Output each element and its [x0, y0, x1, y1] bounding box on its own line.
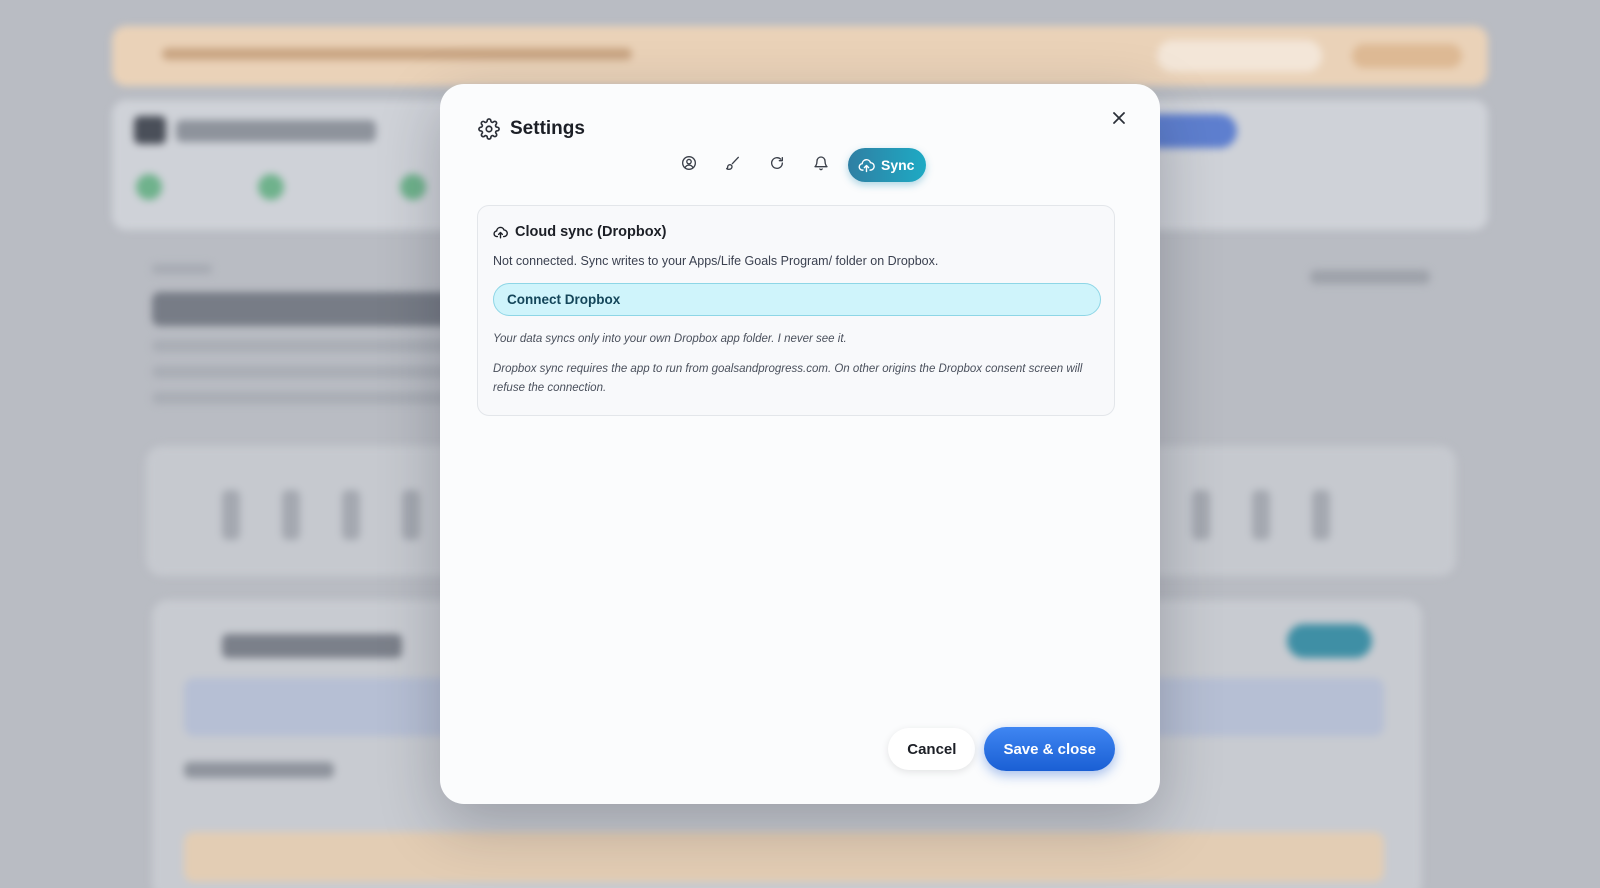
background-banner [112, 26, 1488, 86]
close-icon [1111, 110, 1127, 130]
tab-sync[interactable]: Sync [848, 148, 927, 182]
bell-icon [813, 155, 829, 175]
close-button[interactable] [1105, 106, 1133, 134]
dialog-title: Settings [510, 118, 585, 139]
brush-icon [725, 155, 741, 175]
tab-profile[interactable] [672, 148, 706, 182]
user-circle-icon [681, 155, 697, 175]
settings-dialog: Settings Sync Cloud sync (Dropbox) Not c… [440, 84, 1160, 804]
dialog-footer: Cancel Save & close [888, 727, 1115, 771]
panel-header: Cloud sync (Dropbox) [493, 224, 666, 240]
dropbox-sync-panel: Cloud sync (Dropbox) Not connected. Sync… [477, 205, 1115, 416]
connect-dropbox-button[interactable]: Connect Dropbox [493, 283, 1101, 316]
cloud-upload-icon [858, 157, 875, 174]
gear-icon [478, 118, 500, 140]
tab-reset[interactable] [760, 148, 794, 182]
tab-notifications[interactable] [804, 148, 838, 182]
panel-title: Cloud sync (Dropbox) [515, 224, 667, 240]
tab-sync-label: Sync [881, 157, 915, 173]
cancel-button[interactable]: Cancel [888, 728, 976, 770]
refresh-icon [769, 155, 785, 175]
save-close-button[interactable]: Save & close [984, 727, 1115, 771]
origin-note: Dropbox sync requires the app to run fro… [493, 363, 1083, 394]
settings-tabs: Sync [672, 148, 927, 182]
cloud-upload-icon [493, 225, 508, 240]
sync-status-text: Not connected. Sync writes to your Apps/… [493, 254, 939, 268]
privacy-note: Your data syncs only into your own Dropb… [493, 333, 847, 345]
tab-appearance[interactable] [716, 148, 750, 182]
dialog-header: Settings [478, 118, 585, 140]
